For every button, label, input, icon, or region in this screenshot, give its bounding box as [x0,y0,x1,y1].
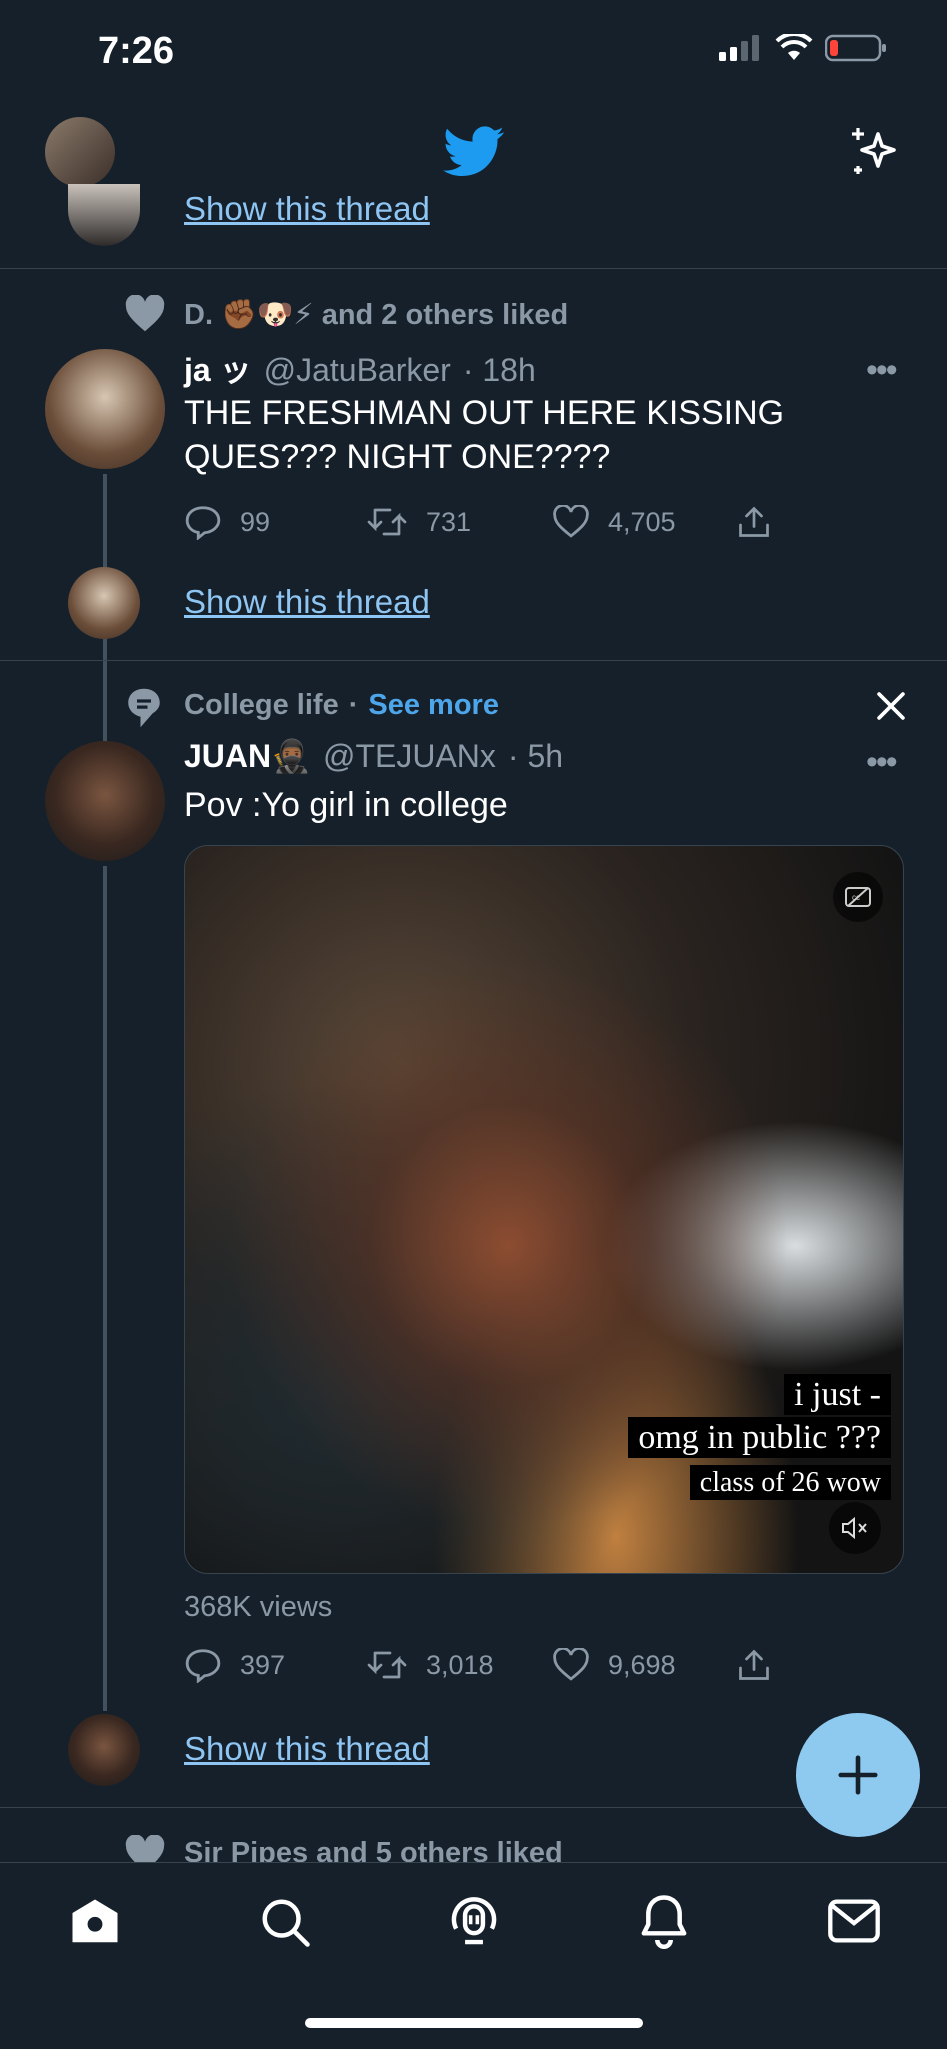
heart-icon [553,1648,589,1681]
status-icons [719,34,887,62]
tweet-1[interactable]: D. ✊🏾🐶⚡ and 2 others liked ja ッ @JatuBar… [0,269,947,829]
share-button[interactable] [736,504,772,540]
topic-separator: · [348,689,359,721]
author-avatar[interactable] [45,349,165,469]
share-icon [739,1649,769,1680]
svg-text:cc: cc [852,893,860,902]
author-avatar[interactable] [45,741,165,861]
reply-icon [185,506,221,540]
topic-name[interactable]: College life [184,689,339,722]
social-context: D. ✊🏾🐶⚡ and 2 others liked [184,299,569,331]
views-count: 368K views [184,1591,333,1623]
reply-icon [185,1649,221,1683]
profile-avatar[interactable] [45,117,115,187]
reply-count: 397 [240,1649,286,1680]
tweet-time[interactable]: · 18h [463,352,536,389]
video-player[interactable]: cc i just - omg in public ??? class of 2… [184,845,904,1574]
close-icon[interactable] [874,689,908,723]
show-thread-link[interactable]: Show this thread [184,1730,430,1768]
show-thread-link[interactable]: Show this thread [184,583,430,621]
mute-toggle-icon[interactable] [829,1502,881,1554]
tweet-text: Pov :Yo girl in college [184,786,508,824]
compose-tweet-button[interactable] [796,1713,920,1837]
retweet-count: 3,018 [426,1649,494,1680]
heart-filled-icon [125,295,165,332]
thread-avatar[interactable] [68,567,140,639]
author-handle[interactable]: @JatuBarker [264,352,451,389]
video-caption-3: class of 26 wow [689,1465,891,1500]
cc-toggle-icon[interactable]: cc [833,872,883,922]
battery-icon [825,34,886,62]
spaces-icon[interactable] [447,1893,501,1951]
author-name[interactable]: ja ッ [184,345,252,391]
retweet-icon [367,508,407,536]
like-button[interactable]: 4,705 [552,505,676,539]
tweet-header: JUAN🥷🏾 @TEJUANx · 5h [184,737,563,775]
wifi-icon [775,34,813,60]
like-count: 9,698 [608,1649,676,1680]
thread-line [103,866,107,1711]
more-options-icon[interactable]: ••• [866,351,898,390]
author-handle[interactable]: @TEJUANx [323,738,496,775]
more-options-icon[interactable]: ••• [866,743,898,782]
share-button[interactable] [736,1647,772,1683]
like-button[interactable]: 9,698 [552,1648,676,1682]
author-name[interactable]: JUAN🥷🏾 [184,737,311,775]
status-bar: 7:26 [0,0,947,110]
like-count: 4,705 [608,506,676,537]
video-captions: i just - omg in public ??? class of 26 w… [628,1373,891,1504]
see-more-link[interactable]: See more [368,689,499,722]
messages-icon[interactable] [826,1897,882,1945]
plus-icon [838,1755,878,1795]
home-indicator [305,2018,643,2028]
retweet-button[interactable]: 731 [366,506,471,538]
tweet-time[interactable]: · 5h [508,738,563,775]
retweet-count: 731 [426,506,472,537]
signal-icon [719,35,759,61]
sparkle-icon[interactable] [846,124,902,180]
topic-icon [128,688,160,728]
thread-avatar[interactable] [68,1714,140,1786]
notifications-icon[interactable] [637,1893,691,1949]
prev-show-thread-link[interactable]: Show this thread [184,190,430,228]
home-icon[interactable] [68,1895,122,1949]
reply-count: 99 [240,506,271,537]
reply-button[interactable]: 397 [184,1647,285,1683]
tweet-text: THE FRESHMAN OUT HERE KISSING QUES??? NI… [184,394,785,476]
heart-icon [553,505,589,538]
search-icon[interactable] [258,1895,312,1949]
video-caption-1: i just - [784,1374,891,1415]
twitter-bird-icon[interactable] [443,126,505,178]
tweet-header: ja ッ @JatuBarker · 18h [184,345,536,391]
tweet-actions: 397 3,018 9,698 [184,1640,784,1690]
share-icon [739,506,769,537]
retweet-button[interactable]: 3,018 [366,1649,494,1681]
retweet-icon [367,1651,407,1679]
top-bar [0,110,947,270]
reply-button[interactable]: 99 [184,504,270,540]
status-time: 7:26 [98,30,175,72]
video-caption-2: omg in public ??? [628,1417,891,1458]
tweet-actions: 99 731 4,705 [184,497,784,547]
topic-context: College life · See more [184,689,499,722]
